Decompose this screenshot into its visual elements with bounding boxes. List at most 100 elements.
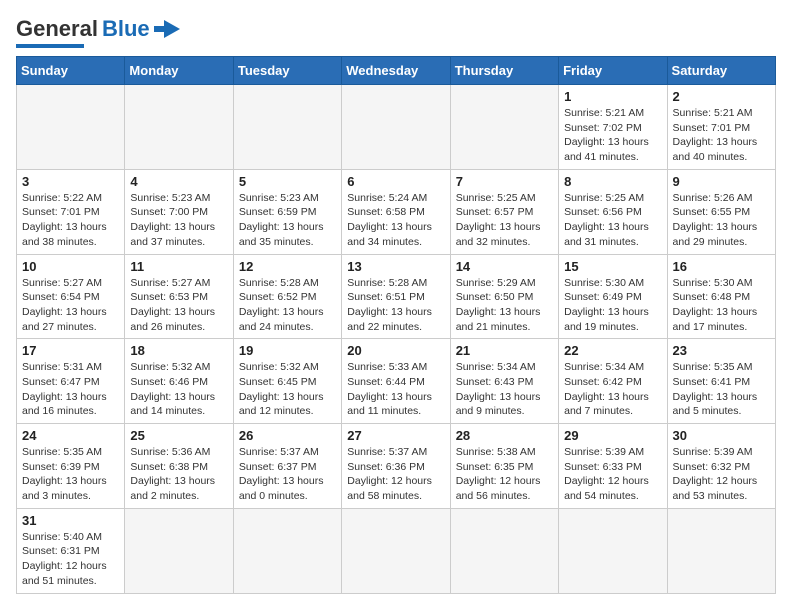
day-info: Sunrise: 5:31 AM Sunset: 6:47 PM Dayligh… [22, 360, 119, 419]
calendar-cell: 21Sunrise: 5:34 AM Sunset: 6:43 PM Dayli… [450, 339, 558, 424]
day-number: 1 [564, 89, 661, 104]
calendar-cell: 17 Sunrise: 5:31 AM Sunset: 6:47 PM Dayli… [17, 339, 125, 424]
header: General Blue [16, 16, 776, 48]
day-number: 19 [239, 343, 336, 358]
calendar-cell: 27 Sunrise: 5:37 AM Sunset: 6:36 PM Dayli… [342, 424, 450, 509]
calendar-cell: 14Sunrise: 5:29 AM Sunset: 6:50 PM Dayli… [450, 254, 558, 339]
calendar-cell [667, 508, 775, 593]
day-number: 6 [347, 174, 444, 189]
calendar-week-6: 31 Sunrise: 5:40 AM Sunset: 6:31 PM Dayli… [17, 508, 776, 593]
day-number: 4 [130, 174, 227, 189]
day-number: 9 [673, 174, 770, 189]
calendar-cell: 22Sunrise: 5:34 AM Sunset: 6:42 PM Dayli… [559, 339, 667, 424]
weekday-header-saturday: Saturday [667, 57, 775, 85]
calendar-cell: 23Sunrise: 5:35 AM Sunset: 6:41 PM Dayli… [667, 339, 775, 424]
day-info: Sunrise: 5:37 AM Sunset: 6:36 PM Dayligh… [347, 445, 444, 504]
calendar-week-1: 1 Sunrise: 5:21 AM Sunset: 7:02 PM Daylig… [17, 85, 776, 170]
day-info: Sunrise: 5:36 AM Sunset: 6:38 PM Dayligh… [130, 445, 227, 504]
calendar-cell: 8 Sunrise: 5:25 AM Sunset: 6:56 PM Daylig… [559, 169, 667, 254]
day-number: 8 [564, 174, 661, 189]
calendar-week-5: 24 Sunrise: 5:35 AM Sunset: 6:39 PM Dayli… [17, 424, 776, 509]
day-number: 27 [347, 428, 444, 443]
day-info: Sunrise: 5:34 AM Sunset: 6:43 PM Dayligh… [456, 360, 553, 419]
day-info: Sunrise: 5:28 AM Sunset: 6:51 PM Dayligh… [347, 276, 444, 335]
calendar-cell: 13 Sunrise: 5:28 AM Sunset: 6:51 PM Dayli… [342, 254, 450, 339]
day-info: Sunrise: 5:27 AM Sunset: 6:54 PM Dayligh… [22, 276, 119, 335]
day-number: 13 [347, 259, 444, 274]
day-info: Sunrise: 5:23 AM Sunset: 6:59 PM Dayligh… [239, 191, 336, 250]
calendar-cell [559, 508, 667, 593]
logo-underline [16, 44, 84, 48]
day-number: 18 [130, 343, 227, 358]
calendar-cell: 2Sunrise: 5:21 AM Sunset: 7:01 PM Daylig… [667, 85, 775, 170]
calendar-cell [233, 508, 341, 593]
day-number: 16 [673, 259, 770, 274]
day-number: 10 [22, 259, 119, 274]
calendar-cell [233, 85, 341, 170]
calendar-cell: 30Sunrise: 5:39 AM Sunset: 6:32 PM Dayli… [667, 424, 775, 509]
calendar-cell: 24 Sunrise: 5:35 AM Sunset: 6:39 PM Dayli… [17, 424, 125, 509]
calendar-cell: 31 Sunrise: 5:40 AM Sunset: 6:31 PM Dayli… [17, 508, 125, 593]
day-info: Sunrise: 5:26 AM Sunset: 6:55 PM Dayligh… [673, 191, 770, 250]
weekday-header-tuesday: Tuesday [233, 57, 341, 85]
calendar-cell: 18 Sunrise: 5:32 AM Sunset: 6:46 PM Dayli… [125, 339, 233, 424]
day-info: Sunrise: 5:40 AM Sunset: 6:31 PM Dayligh… [22, 530, 119, 589]
day-number: 28 [456, 428, 553, 443]
logo: General Blue [16, 16, 182, 48]
day-info: Sunrise: 5:21 AM Sunset: 7:02 PM Dayligh… [564, 106, 661, 165]
day-info: Sunrise: 5:24 AM Sunset: 6:58 PM Dayligh… [347, 191, 444, 250]
day-number: 5 [239, 174, 336, 189]
calendar-cell: 11 Sunrise: 5:27 AM Sunset: 6:53 PM Dayli… [125, 254, 233, 339]
day-number: 12 [239, 259, 336, 274]
weekday-row: SundayMondayTuesdayWednesdayThursdayFrid… [17, 57, 776, 85]
day-number: 2 [673, 89, 770, 104]
calendar-table: SundayMondayTuesdayWednesdayThursdayFrid… [16, 56, 776, 594]
day-info: Sunrise: 5:37 AM Sunset: 6:37 PM Dayligh… [239, 445, 336, 504]
day-info: Sunrise: 5:22 AM Sunset: 7:01 PM Dayligh… [22, 191, 119, 250]
calendar-cell: 28 Sunrise: 5:38 AM Sunset: 6:35 PM Dayli… [450, 424, 558, 509]
calendar-week-4: 17 Sunrise: 5:31 AM Sunset: 6:47 PM Dayli… [17, 339, 776, 424]
calendar-cell: 4 Sunrise: 5:23 AM Sunset: 7:00 PM Daylig… [125, 169, 233, 254]
day-number: 3 [22, 174, 119, 189]
calendar-cell [125, 85, 233, 170]
calendar-cell: 5 Sunrise: 5:23 AM Sunset: 6:59 PM Daylig… [233, 169, 341, 254]
calendar-cell: 3 Sunrise: 5:22 AM Sunset: 7:01 PM Daylig… [17, 169, 125, 254]
day-info: Sunrise: 5:32 AM Sunset: 6:46 PM Dayligh… [130, 360, 227, 419]
calendar-cell: 25 Sunrise: 5:36 AM Sunset: 6:38 PM Dayli… [125, 424, 233, 509]
day-number: 11 [130, 259, 227, 274]
day-info: Sunrise: 5:38 AM Sunset: 6:35 PM Dayligh… [456, 445, 553, 504]
day-info: Sunrise: 5:35 AM Sunset: 6:41 PM Dayligh… [673, 360, 770, 419]
day-number: 31 [22, 513, 119, 528]
calendar-cell [342, 85, 450, 170]
day-number: 17 [22, 343, 119, 358]
weekday-header-sunday: Sunday [17, 57, 125, 85]
logo-icon [154, 18, 182, 40]
day-info: Sunrise: 5:30 AM Sunset: 6:49 PM Dayligh… [564, 276, 661, 335]
day-info: Sunrise: 5:25 AM Sunset: 6:56 PM Dayligh… [564, 191, 661, 250]
calendar-header: SundayMondayTuesdayWednesdayThursdayFrid… [17, 57, 776, 85]
day-info: Sunrise: 5:35 AM Sunset: 6:39 PM Dayligh… [22, 445, 119, 504]
calendar-cell [450, 85, 558, 170]
logo-text: General [16, 16, 98, 42]
day-info: Sunrise: 5:27 AM Sunset: 6:53 PM Dayligh… [130, 276, 227, 335]
day-info: Sunrise: 5:33 AM Sunset: 6:44 PM Dayligh… [347, 360, 444, 419]
weekday-header-friday: Friday [559, 57, 667, 85]
day-number: 29 [564, 428, 661, 443]
calendar-cell [450, 508, 558, 593]
calendar-cell: 9 Sunrise: 5:26 AM Sunset: 6:55 PM Daylig… [667, 169, 775, 254]
day-number: 30 [673, 428, 770, 443]
day-info: Sunrise: 5:32 AM Sunset: 6:45 PM Dayligh… [239, 360, 336, 419]
calendar-cell [125, 508, 233, 593]
day-number: 24 [22, 428, 119, 443]
calendar-cell: 29Sunrise: 5:39 AM Sunset: 6:33 PM Dayli… [559, 424, 667, 509]
calendar-cell: 7Sunrise: 5:25 AM Sunset: 6:57 PM Daylig… [450, 169, 558, 254]
day-info: Sunrise: 5:34 AM Sunset: 6:42 PM Dayligh… [564, 360, 661, 419]
weekday-header-thursday: Thursday [450, 57, 558, 85]
calendar-cell [342, 508, 450, 593]
day-info: Sunrise: 5:23 AM Sunset: 7:00 PM Dayligh… [130, 191, 227, 250]
calendar-week-3: 10 Sunrise: 5:27 AM Sunset: 6:54 PM Dayli… [17, 254, 776, 339]
calendar-week-2: 3 Sunrise: 5:22 AM Sunset: 7:01 PM Daylig… [17, 169, 776, 254]
calendar-cell: 10 Sunrise: 5:27 AM Sunset: 6:54 PM Dayli… [17, 254, 125, 339]
day-number: 25 [130, 428, 227, 443]
calendar-cell: 26Sunrise: 5:37 AM Sunset: 6:37 PM Dayli… [233, 424, 341, 509]
